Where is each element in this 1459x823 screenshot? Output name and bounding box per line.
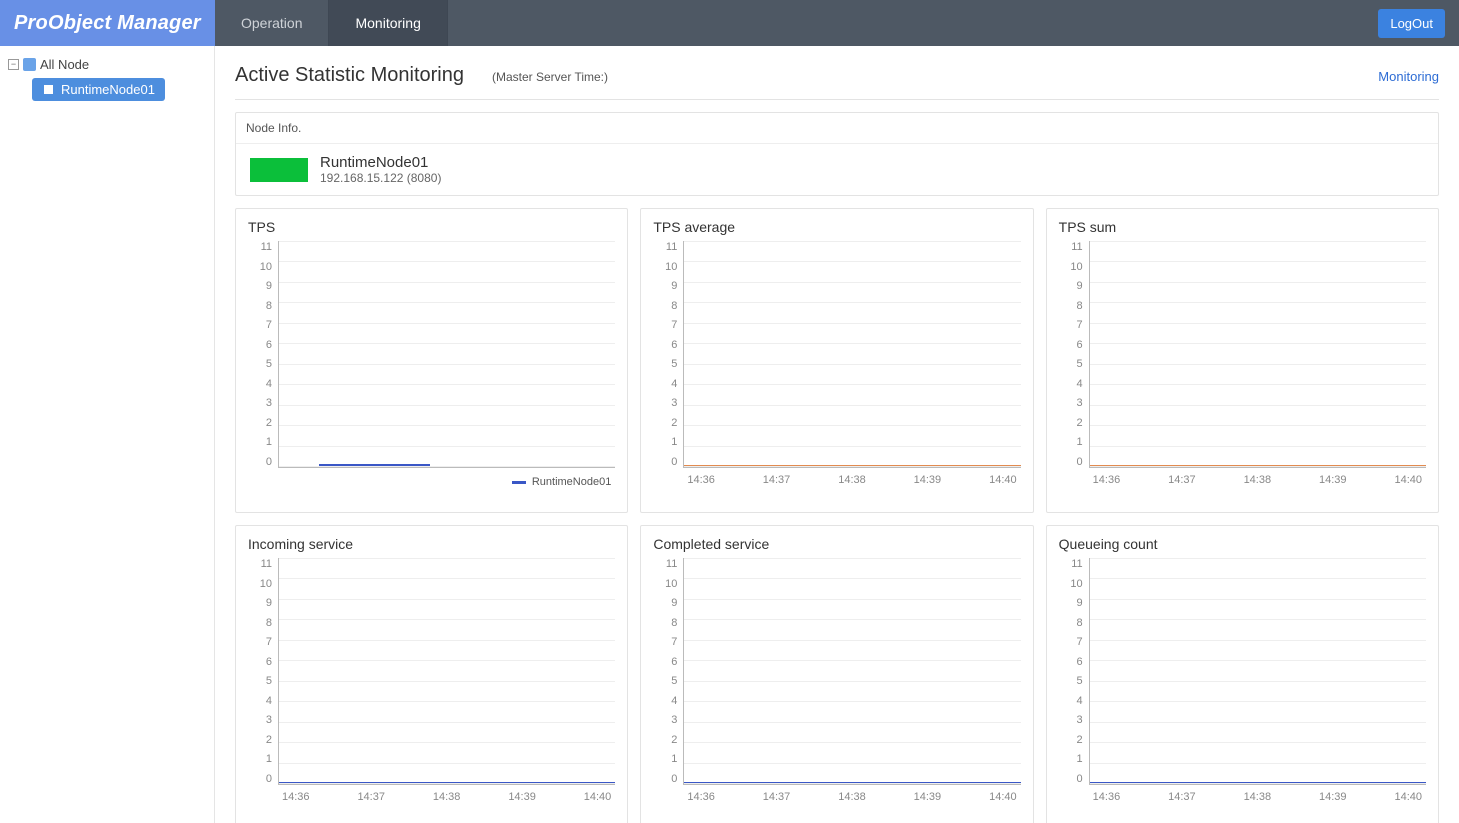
chart-series-line: [319, 464, 430, 466]
chart-area: 1110987654321014:3614:3714:3814:3914:40: [248, 558, 615, 803]
tree-root-all-node[interactable]: − All Node: [6, 54, 208, 75]
node-tree-sidebar: − All Node RuntimeNode01: [0, 46, 215, 823]
node-status-icon: [23, 58, 36, 71]
chart-panel: TPS sum 1110987654321014:3614:3714:3814:3…: [1046, 208, 1439, 513]
logout-button[interactable]: LogOut: [1378, 9, 1445, 38]
chart-legend: RuntimeNode01: [512, 476, 612, 488]
chart-grid: TPS 11109876543210 RuntimeNode01 TPS averag…: [235, 208, 1439, 823]
chart-y-axis: 11109876543210: [248, 558, 278, 803]
page-header: Active Statistic Monitoring (Master Serv…: [235, 64, 1439, 100]
node-address: 192.168.15.122 (8080): [320, 171, 441, 185]
chart-area: 1110987654321014:3614:3714:3814:3914:40: [653, 558, 1020, 803]
chart-panel: TPS average 1110987654321014:3614:3714:38…: [640, 208, 1033, 513]
chart-panel: Completed service 1110987654321014:3614:3…: [640, 525, 1033, 823]
chart-y-axis: 11109876543210: [1059, 241, 1089, 486]
chart-title: TPS sum: [1059, 219, 1426, 235]
brand-logo: ProObject Manager: [0, 0, 215, 46]
chart-series-line: [1090, 465, 1426, 466]
breadcrumb-monitoring[interactable]: Monitoring: [1378, 69, 1439, 84]
tab-monitoring[interactable]: Monitoring: [329, 0, 447, 46]
tab-operation[interactable]: Operation: [215, 0, 329, 46]
chart-area: 11109876543210 RuntimeNode01: [248, 241, 615, 486]
chart-title: Completed service: [653, 536, 1020, 552]
chart-area: 1110987654321014:3614:3714:3814:3914:40: [1059, 558, 1426, 803]
chart-series-line: [684, 782, 1020, 783]
chart-plot: [683, 241, 1020, 468]
chart-area: 1110987654321014:3614:3714:3814:3914:40: [1059, 241, 1426, 486]
master-server-time: (Master Server Time:): [492, 70, 608, 84]
node-info-header: Node Info.: [236, 113, 1438, 144]
chart-series-line: [279, 782, 615, 783]
legend-swatch: [512, 481, 526, 484]
tree-node-label: RuntimeNode01: [61, 82, 155, 97]
chart-panel: Incoming service 1110987654321014:3614:37…: [235, 525, 628, 823]
chart-x-axis: 14:3614:3714:3814:3914:40: [683, 791, 1020, 803]
legend-label: RuntimeNode01: [532, 476, 612, 488]
node-status-indicator: [250, 158, 308, 182]
chart-plot: [278, 558, 615, 785]
chart-x-axis: 14:3614:3714:3814:3914:40: [1089, 474, 1426, 486]
top-bar: ProObject Manager Operation Monitoring L…: [0, 0, 1459, 46]
chart-title: TPS: [248, 219, 615, 235]
chart-x-axis: 14:3614:3714:3814:3914:40: [278, 791, 615, 803]
node-status-icon: [42, 83, 55, 96]
chart-plot: [1089, 558, 1426, 785]
node-info-panel: Node Info. RuntimeNode01 192.168.15.122 …: [235, 112, 1439, 196]
chart-y-axis: 11109876543210: [248, 241, 278, 486]
chart-plot: [278, 241, 615, 468]
chart-title: Incoming service: [248, 536, 615, 552]
tree-node-runtimenode01[interactable]: RuntimeNode01: [32, 78, 165, 101]
chart-panel: TPS 11109876543210 RuntimeNode01: [235, 208, 628, 513]
chart-series-line: [684, 465, 1020, 466]
chart-panel: Queueing count 1110987654321014:3614:3714…: [1046, 525, 1439, 823]
chart-y-axis: 11109876543210: [1059, 558, 1089, 803]
chart-title: TPS average: [653, 219, 1020, 235]
chart-plot: [683, 558, 1020, 785]
page-title: Active Statistic Monitoring: [235, 64, 464, 87]
tree-collapse-icon[interactable]: −: [8, 59, 19, 70]
node-name: RuntimeNode01: [320, 154, 441, 171]
chart-y-axis: 11109876543210: [653, 558, 683, 803]
tree-root-label: All Node: [40, 57, 89, 72]
chart-x-axis: 14:3614:3714:3814:3914:40: [683, 474, 1020, 486]
chart-x-axis: 14:3614:3714:3814:3914:40: [1089, 791, 1426, 803]
chart-area: 1110987654321014:3614:3714:3814:3914:40: [653, 241, 1020, 486]
chart-series-line: [1090, 782, 1426, 783]
chart-title: Queueing count: [1059, 536, 1426, 552]
chart-y-axis: 11109876543210: [653, 241, 683, 486]
main-tabs: Operation Monitoring: [215, 0, 448, 46]
main-content: Active Statistic Monitoring (Master Serv…: [215, 46, 1459, 823]
chart-plot: [1089, 241, 1426, 468]
